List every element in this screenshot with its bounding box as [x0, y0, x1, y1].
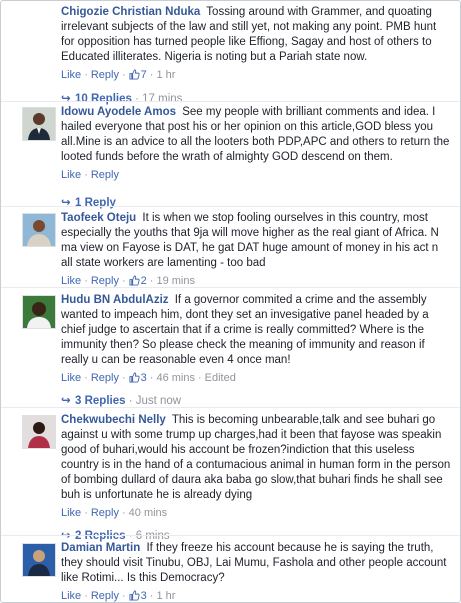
- avatar-image: [23, 544, 55, 576]
- comments-panel: Chigozie Christian Nduka Tossing around …: [0, 0, 461, 603]
- reply-button[interactable]: Reply: [91, 69, 119, 81]
- avatar-image: [23, 416, 55, 448]
- reply-arrow-icon: ↪: [61, 93, 71, 105]
- comment-body: Taofeek Oteju It is when we stop fooling…: [61, 211, 452, 271]
- avatar[interactable]: [22, 107, 56, 141]
- comment-item: Hudu BN AbdulAziz If a governor commited…: [1, 293, 460, 385]
- reply-button[interactable]: Reply: [91, 507, 119, 519]
- reply-button[interactable]: Reply: [91, 372, 119, 384]
- comment-time[interactable]: 1 hr: [156, 590, 175, 602]
- view-replies-link[interactable]: ↪ 3 Replies · Just now: [61, 394, 181, 408]
- comment-body: Damian Martin If they freeze his account…: [61, 541, 452, 586]
- thumbs-up-icon: [129, 69, 140, 80]
- comment-item: Idowu Ayodele Amos See my people with br…: [1, 105, 460, 182]
- divider: [1, 206, 460, 207]
- comment-body: Chekwubechi Nelly This is becoming unbea…: [61, 413, 452, 503]
- avatar-image: [23, 108, 55, 140]
- like-button[interactable]: Like: [61, 275, 81, 287]
- comment-text: This is becoming unbearable,talk and see…: [61, 414, 451, 501]
- like-count[interactable]: 3: [129, 590, 147, 602]
- reply-arrow-icon: ↪: [61, 395, 71, 407]
- view-replies-link[interactable]: ↪ 1 Reply: [61, 196, 116, 210]
- avatar[interactable]: [22, 213, 56, 247]
- comment-time[interactable]: 46 mins: [156, 372, 195, 384]
- comment-time[interactable]: 1 hr: [156, 69, 175, 81]
- comment-body: Chigozie Christian Nduka Tossing around …: [61, 5, 452, 65]
- comment-item: Damian Martin If they freeze his account…: [1, 541, 460, 602]
- like-button[interactable]: Like: [61, 590, 81, 602]
- reply-button[interactable]: Reply: [91, 275, 119, 287]
- comment-author[interactable]: Damian Martin: [61, 542, 140, 554]
- like-button[interactable]: Like: [61, 372, 81, 384]
- like-count[interactable]: 3: [129, 372, 147, 384]
- divider: [1, 535, 460, 536]
- thumbs-up-icon: [129, 372, 140, 383]
- avatar[interactable]: [22, 295, 56, 329]
- divider: [1, 101, 460, 102]
- avatar[interactable]: [22, 543, 56, 577]
- edited-label[interactable]: Edited: [205, 372, 236, 384]
- like-count[interactable]: 7: [129, 69, 147, 81]
- comment-author[interactable]: Hudu BN AbdulAziz: [61, 294, 169, 306]
- comment-body: Hudu BN AbdulAziz If a governor commited…: [61, 293, 452, 368]
- thumbs-up-icon: [129, 275, 140, 286]
- comment-actions: Like · Reply: [61, 169, 119, 181]
- comment-time[interactable]: 40 mins: [129, 507, 168, 519]
- comment-actions: Like · Reply · 2 · 19 mins: [61, 275, 195, 287]
- thumbs-up-icon: [129, 590, 140, 601]
- comment-time[interactable]: 19 mins: [156, 275, 195, 287]
- comment-item: Chigozie Christian Nduka Tossing around …: [1, 5, 460, 82]
- avatar[interactable]: [22, 415, 56, 449]
- like-button[interactable]: Like: [61, 69, 81, 81]
- comment-body: Idowu Ayodele Amos See my people with br…: [61, 105, 452, 165]
- comment-author[interactable]: Idowu Ayodele Amos: [61, 106, 176, 118]
- comment-actions: Like · Reply · 7 · 1 hr: [61, 69, 176, 81]
- reply-button[interactable]: Reply: [91, 169, 119, 181]
- comment-actions: Like · Reply · 3 · 1 hr: [61, 590, 176, 602]
- comment-actions: Like · Reply · 3 · 46 mins · Edited: [61, 372, 236, 384]
- comment-author[interactable]: Chigozie Christian Nduka: [61, 6, 200, 18]
- avatar-image: [23, 214, 55, 246]
- view-replies-link[interactable]: ↪ 10 Replies · 17 mins: [61, 92, 182, 106]
- reply-button[interactable]: Reply: [91, 590, 119, 602]
- like-button[interactable]: Like: [61, 507, 81, 519]
- comment-author[interactable]: Chekwubechi Nelly: [61, 414, 166, 426]
- divider: [1, 407, 460, 408]
- reply-arrow-icon: ↪: [61, 197, 71, 209]
- divider: [1, 287, 460, 288]
- avatar-image: [23, 296, 55, 328]
- like-button[interactable]: Like: [61, 169, 81, 181]
- like-count[interactable]: 2: [129, 275, 147, 287]
- comment-item: Taofeek Oteju It is when we stop fooling…: [1, 211, 460, 288]
- comment-item: Chekwubechi Nelly This is becoming unbea…: [1, 413, 460, 520]
- comment-actions: Like · Reply · 40 mins: [61, 507, 168, 519]
- comment-author[interactable]: Taofeek Oteju: [61, 212, 136, 224]
